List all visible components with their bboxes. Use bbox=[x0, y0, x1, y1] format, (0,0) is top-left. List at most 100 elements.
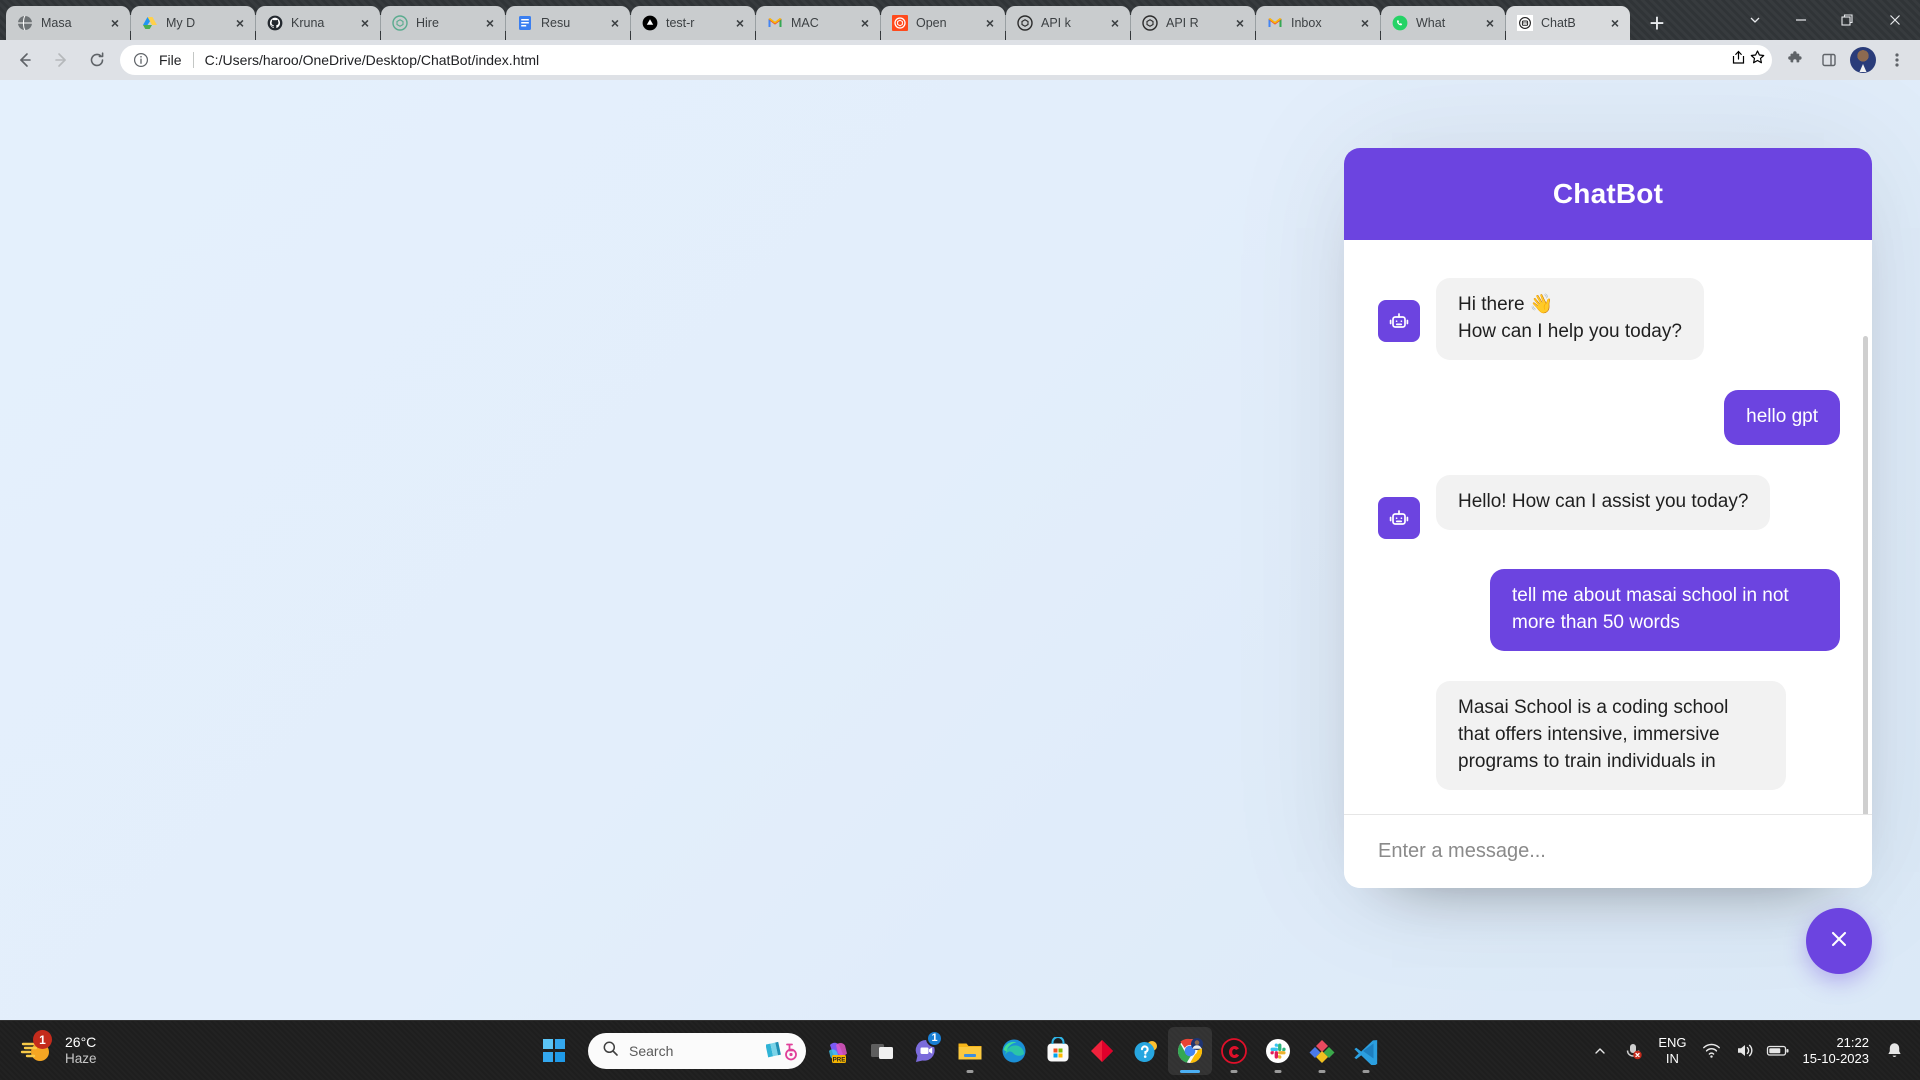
mic-muted-icon[interactable] bbox=[1621, 1039, 1645, 1063]
taskbar-app-microsoft-store[interactable] bbox=[1036, 1027, 1080, 1075]
tab-close-icon[interactable]: × bbox=[731, 14, 749, 32]
github-icon bbox=[266, 15, 283, 32]
weather-condition: Haze bbox=[65, 1050, 97, 1066]
profile-avatar[interactable] bbox=[1848, 45, 1878, 75]
clock-date: 15-10-2023 bbox=[1802, 1050, 1870, 1066]
taskbar-app-colorful-diamond[interactable] bbox=[1300, 1027, 1344, 1075]
chat-message-user: hello gpt bbox=[1378, 389, 1840, 445]
browser-tab[interactable]: API R × bbox=[1131, 6, 1256, 40]
battery-icon[interactable] bbox=[1766, 1039, 1790, 1063]
minimize-button[interactable] bbox=[1778, 0, 1824, 40]
taskbar-app-task-view[interactable] bbox=[860, 1027, 904, 1075]
copilot-pre-label: PRE bbox=[833, 1056, 846, 1063]
tab-label: Masa bbox=[41, 16, 72, 30]
running-indicator bbox=[1274, 1069, 1282, 1073]
omnibox-divider bbox=[192, 52, 194, 68]
clock-time: 21:22 bbox=[1836, 1034, 1869, 1050]
taskbar-app-slack[interactable] bbox=[1256, 1027, 1300, 1075]
tab-close-icon[interactable]: × bbox=[981, 14, 999, 32]
back-button[interactable] bbox=[8, 43, 42, 77]
tab-label: Kruna bbox=[291, 16, 325, 30]
chat-message-list: Hi there 👋 How can I help you today? hel… bbox=[1344, 240, 1872, 814]
browser-tab[interactable]: What × bbox=[1381, 6, 1506, 40]
chatbot-title: ChatBot bbox=[1552, 178, 1664, 209]
chatbot-icon bbox=[1516, 15, 1533, 32]
document-icon bbox=[516, 15, 533, 32]
chat-message-user: tell me about masai school in not more t… bbox=[1378, 568, 1840, 651]
taskbar-app-visual-studio-code[interactable] bbox=[1344, 1027, 1388, 1075]
browser-tab[interactable]: Open × bbox=[881, 6, 1006, 40]
taskbar-app-red-circle[interactable] bbox=[1212, 1027, 1256, 1075]
window-controls bbox=[1732, 0, 1920, 40]
browser-tab[interactable]: API k × bbox=[1006, 6, 1131, 40]
tab-close-icon[interactable]: × bbox=[106, 14, 124, 32]
taskbar-clock[interactable]: 21:22 15-10-2023 bbox=[1799, 1035, 1874, 1067]
browser-tab-active[interactable]: ChatB × bbox=[1506, 6, 1630, 40]
taskbar-center: Search PRE 1 bbox=[532, 1026, 1388, 1075]
running-indicator bbox=[1318, 1069, 1326, 1073]
tab-close-icon[interactable]: × bbox=[356, 14, 374, 32]
extensions-puzzle-icon[interactable] bbox=[1780, 45, 1810, 75]
side-panel-icon[interactable] bbox=[1814, 45, 1844, 75]
reload-button[interactable] bbox=[80, 43, 114, 77]
share-icon[interactable] bbox=[1730, 49, 1747, 71]
maximize-restore-button[interactable] bbox=[1824, 0, 1870, 40]
browser-tab[interactable]: Hire × bbox=[381, 6, 506, 40]
address-bar[interactable]: File C:/Users/haroo/OneDrive/Desktop/Cha… bbox=[120, 45, 1772, 75]
tab-close-icon[interactable]: × bbox=[1606, 14, 1624, 32]
taskbar-app-google-chrome[interactable] bbox=[1168, 1026, 1212, 1075]
wifi-icon[interactable] bbox=[1700, 1039, 1724, 1063]
close-icon bbox=[1826, 926, 1852, 957]
language-indicator[interactable]: ENG IN bbox=[1654, 1035, 1690, 1066]
browser-tab[interactable]: My D × bbox=[131, 6, 256, 40]
wheelchair-image-thumb-icon[interactable] bbox=[766, 1040, 798, 1062]
chat-bubble: Hello! How can I assist you today? bbox=[1436, 474, 1771, 530]
taskbar-search-box[interactable]: Search bbox=[588, 1032, 806, 1069]
chatbot-popup: ChatBot Hi there 👋 How can I help you to… bbox=[1344, 148, 1872, 888]
taskbar-app-file-explorer[interactable] bbox=[948, 1027, 992, 1075]
taskbar-app-copilot-pre[interactable]: PRE bbox=[816, 1027, 860, 1075]
browser-tab[interactable]: Kruna × bbox=[256, 6, 381, 40]
browser-tab[interactable]: MAC × bbox=[756, 6, 881, 40]
chat-scrollbar[interactable] bbox=[1863, 336, 1868, 814]
tab-close-icon[interactable]: × bbox=[1481, 14, 1499, 32]
tab-close-icon[interactable]: × bbox=[606, 14, 624, 32]
forward-button[interactable] bbox=[44, 43, 78, 77]
tab-label: API R bbox=[1166, 16, 1199, 30]
notifications-bell-icon[interactable] bbox=[1882, 1039, 1906, 1063]
close-window-button[interactable] bbox=[1870, 0, 1920, 40]
new-tab-button[interactable]: + bbox=[1639, 5, 1675, 41]
browser-tab[interactable]: test-r × bbox=[631, 6, 756, 40]
tab-close-icon[interactable]: × bbox=[1106, 14, 1124, 32]
chat-bubble: tell me about masai school in not more t… bbox=[1490, 568, 1840, 651]
site-info-icon[interactable] bbox=[132, 51, 150, 69]
browser-tab[interactable]: Inbox × bbox=[1256, 6, 1381, 40]
tab-close-icon[interactable]: × bbox=[231, 14, 249, 32]
whatsapp-icon bbox=[1391, 15, 1408, 32]
openai-icon bbox=[1141, 15, 1158, 32]
three-dot-menu-icon[interactable] bbox=[1882, 45, 1912, 75]
chatbot-toggle-button[interactable] bbox=[1806, 908, 1872, 974]
taskbar-app-red-diamond[interactable] bbox=[1080, 1027, 1124, 1075]
bookmark-star-icon[interactable] bbox=[1749, 49, 1766, 71]
language-primary: ENG bbox=[1658, 1035, 1687, 1051]
taskbar-app-get-help[interactable] bbox=[1124, 1027, 1168, 1075]
weather-widget[interactable]: 1 26°C Haze bbox=[0, 1030, 97, 1068]
start-button[interactable] bbox=[532, 1029, 576, 1073]
tab-close-icon[interactable]: × bbox=[481, 14, 499, 32]
browser-tab[interactable]: Masa × bbox=[6, 6, 131, 40]
tab-search-chevron-icon[interactable] bbox=[1732, 0, 1778, 40]
tab-close-icon[interactable]: × bbox=[856, 14, 874, 32]
tab-close-icon[interactable]: × bbox=[1231, 14, 1249, 32]
chat-message-input[interactable] bbox=[1378, 840, 1838, 863]
volume-icon[interactable] bbox=[1733, 1039, 1757, 1063]
chat-message-bot: Hi there 👋 How can I help you today? bbox=[1378, 278, 1840, 360]
chat-message-bot: Hello! How can I assist you today? bbox=[1378, 474, 1840, 539]
browser-tab[interactable]: Resu × bbox=[506, 6, 631, 40]
show-hidden-icons-chevron-icon[interactable] bbox=[1588, 1039, 1612, 1063]
chat-input-area bbox=[1344, 814, 1872, 888]
taskbar-app-microsoft-edge[interactable] bbox=[992, 1027, 1036, 1075]
chat-bubble: hello gpt bbox=[1724, 389, 1840, 445]
tab-close-icon[interactable]: × bbox=[1356, 14, 1374, 32]
taskbar-app-teams[interactable]: 1 bbox=[904, 1027, 948, 1075]
